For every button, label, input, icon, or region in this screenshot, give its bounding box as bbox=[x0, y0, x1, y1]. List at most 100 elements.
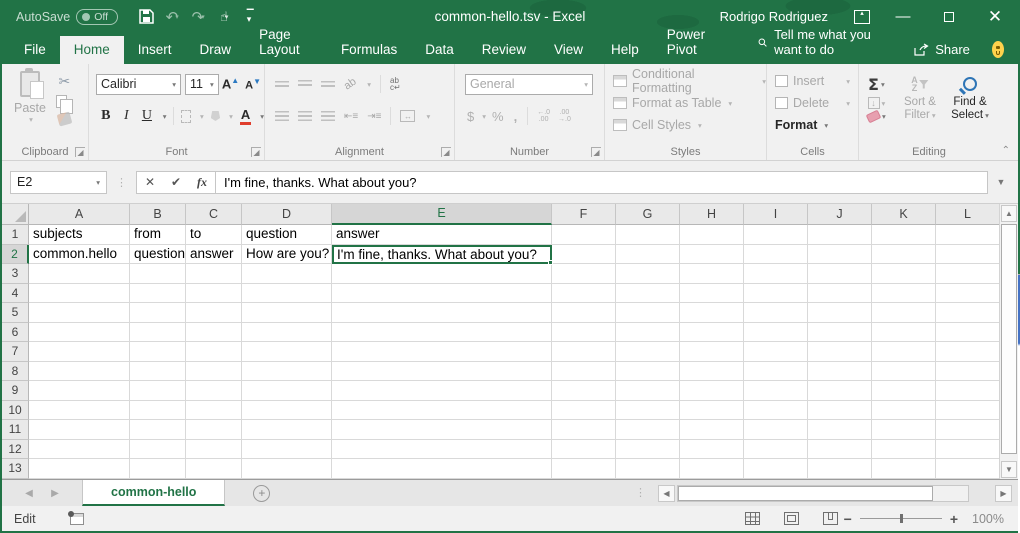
cell-H4[interactable] bbox=[680, 284, 744, 304]
cell-C4[interactable] bbox=[186, 284, 242, 304]
tab-home[interactable]: Home bbox=[60, 36, 124, 64]
cell-L3[interactable] bbox=[936, 264, 1000, 284]
cell-J10[interactable] bbox=[808, 401, 872, 421]
accounting-dropdown-icon[interactable]: ▾ bbox=[482, 112, 486, 121]
cell-H2[interactable] bbox=[680, 245, 744, 265]
cell-C2[interactable]: answer bbox=[186, 245, 242, 265]
cell-H6[interactable] bbox=[680, 323, 744, 343]
decrease-indent-icon[interactable]: ⇤≡ bbox=[344, 111, 358, 122]
cell-K2[interactable] bbox=[872, 245, 936, 265]
cell-L12[interactable] bbox=[936, 440, 1000, 460]
select-all-corner[interactable] bbox=[2, 204, 29, 225]
zoom-slider-thumb[interactable] bbox=[900, 514, 903, 523]
cell-C8[interactable] bbox=[186, 362, 242, 382]
cell-H7[interactable] bbox=[680, 342, 744, 362]
zoom-in-button[interactable]: + bbox=[950, 511, 958, 527]
sheet-prev-icon[interactable]: ◀ bbox=[16, 488, 42, 499]
cell-D9[interactable] bbox=[242, 381, 332, 401]
middle-align-icon[interactable] bbox=[298, 80, 312, 88]
close-button[interactable]: ✕ bbox=[972, 0, 1018, 33]
row-header-5[interactable]: 5 bbox=[2, 303, 29, 323]
name-box[interactable]: E2▾ bbox=[10, 171, 107, 194]
row-header-11[interactable]: 11 bbox=[2, 420, 29, 440]
cell-G11[interactable] bbox=[616, 420, 680, 440]
cell-A7[interactable] bbox=[29, 342, 130, 362]
cell-E6[interactable] bbox=[332, 323, 552, 343]
cell-G4[interactable] bbox=[616, 284, 680, 304]
cell-B12[interactable] bbox=[130, 440, 186, 460]
align-right-icon[interactable] bbox=[321, 111, 335, 121]
cell-F2[interactable] bbox=[552, 245, 616, 265]
tab-review[interactable]: Review bbox=[468, 36, 540, 64]
cell-J1[interactable] bbox=[808, 225, 872, 245]
cell-C12[interactable] bbox=[186, 440, 242, 460]
cell-K1[interactable] bbox=[872, 225, 936, 245]
name-box-dropdown-icon[interactable]: ▾ bbox=[96, 178, 100, 187]
cell-F10[interactable] bbox=[552, 401, 616, 421]
cell-A5[interactable] bbox=[29, 303, 130, 323]
bold-button[interactable]: B bbox=[99, 108, 113, 124]
cell-I3[interactable] bbox=[744, 264, 808, 284]
cell-B10[interactable] bbox=[130, 401, 186, 421]
cell-H9[interactable] bbox=[680, 381, 744, 401]
ribbon-display-options-button[interactable]: ▴ bbox=[854, 10, 870, 24]
row-header-12[interactable]: 12 bbox=[2, 440, 29, 460]
format-painter-button[interactable] bbox=[56, 113, 73, 125]
cell-E9[interactable] bbox=[332, 381, 552, 401]
vertical-scroll-thumb[interactable] bbox=[1001, 224, 1017, 454]
cell-L13[interactable] bbox=[936, 459, 1000, 479]
cell-F6[interactable] bbox=[552, 323, 616, 343]
cell-D13[interactable] bbox=[242, 459, 332, 479]
tab-file[interactable]: File bbox=[10, 36, 60, 64]
tell-me-search[interactable]: Tell me what you want to do bbox=[758, 27, 886, 64]
user-account[interactable]: Rodrigo Rodriguez bbox=[720, 9, 828, 24]
column-header-I[interactable]: I bbox=[744, 204, 808, 225]
cell-E12[interactable] bbox=[332, 440, 552, 460]
align-left-icon[interactable] bbox=[275, 111, 289, 121]
cell-D1[interactable]: question bbox=[242, 225, 332, 245]
scroll-right-icon[interactable]: ▶ bbox=[995, 485, 1012, 502]
cell-E8[interactable] bbox=[332, 362, 552, 382]
cell-B1[interactable]: from bbox=[130, 225, 186, 245]
formula-bar-splitter[interactable]: ⋮ bbox=[116, 176, 127, 189]
cell-F12[interactable] bbox=[552, 440, 616, 460]
paste-button[interactable]: Paste ▾ bbox=[8, 71, 52, 143]
cell-H10[interactable] bbox=[680, 401, 744, 421]
cell-A3[interactable] bbox=[29, 264, 130, 284]
italic-button[interactable]: I bbox=[120, 108, 134, 124]
cell-C5[interactable] bbox=[186, 303, 242, 323]
cell-B7[interactable] bbox=[130, 342, 186, 362]
cell-I4[interactable] bbox=[744, 284, 808, 304]
number-format-combo[interactable]: General▾ bbox=[465, 74, 593, 95]
cell-G3[interactable] bbox=[616, 264, 680, 284]
cell-C1[interactable]: to bbox=[186, 225, 242, 245]
save-button[interactable] bbox=[134, 4, 158, 30]
cut-button[interactable]: ✂ bbox=[56, 73, 73, 90]
borders-icon[interactable] bbox=[181, 110, 191, 123]
cell-D6[interactable] bbox=[242, 323, 332, 343]
column-header-F[interactable]: F bbox=[552, 204, 616, 225]
cell-G6[interactable] bbox=[616, 323, 680, 343]
cell-K9[interactable] bbox=[872, 381, 936, 401]
cell-G13[interactable] bbox=[616, 459, 680, 479]
tab-view[interactable]: View bbox=[540, 36, 597, 64]
cell-F3[interactable] bbox=[552, 264, 616, 284]
cell-D3[interactable] bbox=[242, 264, 332, 284]
align-center-icon[interactable] bbox=[298, 111, 312, 121]
row-header-6[interactable]: 6 bbox=[2, 323, 29, 343]
copy-button[interactable]: ▾ bbox=[56, 95, 73, 108]
row-header-1[interactable]: 1 bbox=[2, 225, 29, 245]
cell-L1[interactable] bbox=[936, 225, 1000, 245]
cell-E5[interactable] bbox=[332, 303, 552, 323]
cell-I7[interactable] bbox=[744, 342, 808, 362]
cell-K13[interactable] bbox=[872, 459, 936, 479]
cell-I2[interactable] bbox=[744, 245, 808, 265]
cell-C9[interactable] bbox=[186, 381, 242, 401]
cell-J2[interactable] bbox=[808, 245, 872, 265]
cell-J3[interactable] bbox=[808, 264, 872, 284]
column-header-K[interactable]: K bbox=[872, 204, 936, 225]
fill-button[interactable]: ↓▾ bbox=[867, 97, 886, 109]
autosave-switch[interactable]: Off bbox=[76, 9, 118, 25]
maximize-button[interactable] bbox=[926, 0, 972, 33]
cell-I6[interactable] bbox=[744, 323, 808, 343]
